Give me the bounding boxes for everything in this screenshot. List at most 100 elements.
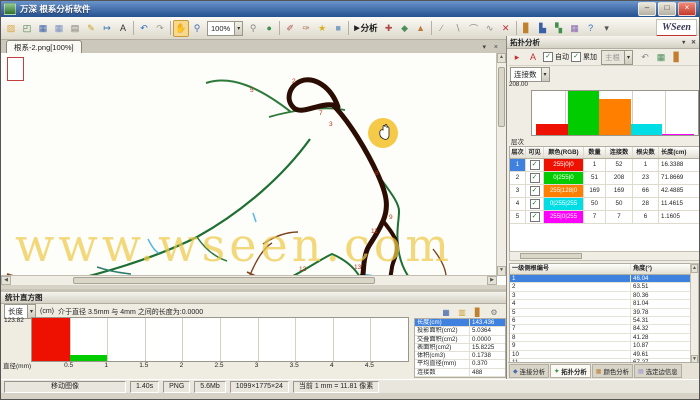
edit-icon[interactable]: ✎ bbox=[83, 20, 99, 37]
root-type-combo[interactable]: 主根▾ bbox=[601, 50, 633, 65]
tab-拓扑分析[interactable]: ✦拓扑分析 bbox=[550, 364, 591, 378]
angle-table-row[interactable]: 654.31 bbox=[510, 317, 694, 325]
chevron-down-icon[interactable]: ▾ bbox=[234, 22, 242, 35]
stats-icon[interactable]: ▙ bbox=[535, 20, 551, 37]
text-icon[interactable]: A bbox=[115, 20, 131, 37]
angle-table-row[interactable]: 146.04 bbox=[510, 275, 694, 283]
undo-icon[interactable]: ↶ bbox=[637, 49, 653, 66]
redo-icon[interactable]: ↷ bbox=[152, 20, 168, 37]
angle-table-vscrollbar[interactable]: ▲ ▼ bbox=[690, 263, 699, 365]
visible-checkbox[interactable]: ✓ bbox=[530, 173, 540, 183]
copy-chart-icon[interactable]: ▥ bbox=[455, 305, 469, 319]
save-as-icon[interactable]: ▦ bbox=[51, 20, 67, 37]
scroll-down-icon[interactable]: ▼ bbox=[497, 266, 506, 276]
chart-export-icon[interactable]: ▊ bbox=[669, 49, 685, 66]
angle-table-row[interactable]: 380.36 bbox=[510, 292, 694, 300]
help-icon[interactable]: ? bbox=[583, 20, 599, 37]
canvas-horizontal-scrollbar[interactable]: ◀ ▶ bbox=[1, 275, 497, 285]
minimize-button[interactable]: – bbox=[638, 2, 656, 16]
angle-table-row[interactable]: 263.51 bbox=[510, 283, 694, 291]
level-table-row[interactable]: 4✓0|255|25550502811.4615 bbox=[510, 198, 700, 211]
stat-row[interactable]: 表面积(cm2)15.8225 bbox=[415, 344, 505, 352]
scroll-up-icon[interactable]: ▲ bbox=[497, 53, 506, 63]
stat-row[interactable]: 连接数488 bbox=[415, 369, 505, 377]
open-image-icon[interactable]: ◰ bbox=[19, 20, 35, 37]
angle-table-row[interactable]: 784.32 bbox=[510, 325, 694, 333]
column-header[interactable]: 一级侧根编号 bbox=[510, 264, 631, 274]
label-edit-icon[interactable]: A bbox=[525, 49, 541, 66]
save-icon[interactable]: ▦ bbox=[35, 20, 51, 37]
angle-table-row[interactable]: 1049.61 bbox=[510, 351, 694, 359]
column-header[interactable]: 数量 bbox=[584, 147, 606, 158]
grid-icon[interactable]: ▦ bbox=[567, 20, 583, 37]
measure-icon[interactable]: ✐ bbox=[282, 20, 298, 37]
vertical-scroll-thumb[interactable] bbox=[498, 67, 505, 127]
canvas-vertical-scrollbar[interactable]: ▲ ▼ bbox=[496, 53, 506, 276]
scroll-right-icon[interactable]: ▶ bbox=[487, 276, 497, 285]
chart-type-icon[interactable]: ▊ bbox=[471, 305, 485, 319]
tab-选定边信息[interactable]: ▤选定边信息 bbox=[634, 364, 682, 378]
export-red-icon[interactable]: ▸ bbox=[509, 49, 525, 66]
chart-settings-icon[interactable]: ⚙ bbox=[487, 305, 501, 319]
analyze-button[interactable]: ▶分析 bbox=[354, 22, 377, 34]
level-table-row[interactable]: 1✓255|0|0152116.3388 bbox=[510, 159, 700, 172]
open-file-icon[interactable]: ▨ bbox=[3, 20, 19, 37]
line-tool-1-icon[interactable]: ∕ bbox=[434, 20, 450, 37]
auto-checkbox[interactable]: ✓ bbox=[543, 52, 553, 62]
export-icon[interactable]: ↦ bbox=[99, 20, 115, 37]
scroll-up-icon[interactable]: ▲ bbox=[691, 264, 698, 273]
print-icon[interactable]: ▤ bbox=[67, 20, 83, 37]
preview-icon[interactable]: ● bbox=[261, 20, 277, 37]
stat-row[interactable]: 平均直径(mm)0.370 bbox=[415, 360, 505, 368]
tab-连接分析[interactable]: ◆连接分析 bbox=[509, 364, 549, 378]
save-chart-icon[interactable]: ▦ bbox=[439, 305, 453, 319]
shape-icon[interactable]: ■ bbox=[330, 20, 346, 37]
column-header[interactable]: 长度(cm) bbox=[659, 147, 700, 158]
close-button[interactable]: × bbox=[678, 2, 696, 16]
angle-table-row[interactable]: 910.87 bbox=[510, 342, 694, 350]
chevron-down-icon[interactable]: ▾ bbox=[541, 68, 549, 81]
angle-table-row[interactable]: 841.28 bbox=[510, 334, 694, 342]
tab-controls[interactable]: ▾ × bbox=[482, 43, 506, 53]
help-dropdown-icon[interactable]: ▾ bbox=[599, 20, 615, 37]
visible-checkbox[interactable]: ✓ bbox=[530, 199, 540, 209]
undo-icon[interactable]: ↶ bbox=[136, 20, 152, 37]
root-trace-icon[interactable]: ✚ bbox=[381, 20, 397, 37]
stat-row[interactable]: 投影面积(cm2)5.0364 bbox=[415, 327, 505, 335]
line-tool-4-icon[interactable]: ∿ bbox=[482, 20, 498, 37]
scroll-left-icon[interactable]: ◀ bbox=[1, 276, 11, 285]
highlight-icon[interactable]: ★ bbox=[314, 20, 330, 37]
maximize-button[interactable]: □ bbox=[658, 2, 676, 16]
column-header[interactable]: 颜色(RGB) bbox=[544, 147, 584, 158]
pan-hand-icon[interactable]: ✋ bbox=[173, 20, 189, 37]
erase-icon[interactable]: ✕ bbox=[498, 20, 514, 37]
root-join-icon[interactable]: ◆ bbox=[397, 20, 413, 37]
column-header[interactable]: 角度(°) bbox=[631, 264, 694, 274]
level-table-hscrollbar[interactable] bbox=[509, 251, 700, 261]
visible-checkbox[interactable]: ✓ bbox=[530, 212, 540, 222]
tab-颜色分析[interactable]: ▦颜色分析 bbox=[592, 364, 633, 378]
report-icon[interactable]: ▚ bbox=[551, 20, 567, 37]
overlay-checkbox[interactable]: ✓ bbox=[571, 52, 581, 62]
image-canvas[interactable]: www.wseen.com 257389111312 ▲ ▼ ◀ ▶ bbox=[1, 53, 506, 285]
stat-row[interactable]: 交叠面积(cm2)0.0000 bbox=[415, 336, 505, 344]
column-header[interactable]: 根尖数 bbox=[633, 147, 659, 158]
horizontal-scroll-thumb[interactable] bbox=[73, 277, 375, 284]
zoom-out-icon[interactable]: ⚲ bbox=[245, 20, 261, 37]
stat-row[interactable]: 体积(cm3)0.1738 bbox=[415, 352, 505, 360]
column-header[interactable]: 连接数 bbox=[606, 147, 633, 158]
horizontal-scroll-thumb[interactable] bbox=[520, 253, 582, 259]
level-table-row[interactable]: 3✓255|128|01691696642.4885 bbox=[510, 185, 700, 198]
zoom-level-combo[interactable]: 100%▾ bbox=[207, 21, 243, 36]
level-table-row[interactable]: 5✓255|0|2557761.1605 bbox=[510, 211, 700, 224]
column-header[interactable]: 可见 bbox=[526, 147, 544, 158]
image-export-icon[interactable]: ▦ bbox=[653, 49, 669, 66]
line-tool-3-icon[interactable]: ⌒ bbox=[466, 20, 482, 37]
angle-table-row[interactable]: 539.78 bbox=[510, 309, 694, 317]
root-split-icon[interactable]: ▲ bbox=[413, 20, 429, 37]
visible-checkbox[interactable]: ✓ bbox=[530, 160, 540, 170]
document-tab[interactable]: 根系-2.png[100%] bbox=[6, 40, 82, 53]
visible-checkbox[interactable]: ✓ bbox=[530, 186, 540, 196]
mark-icon[interactable]: ✑ bbox=[298, 20, 314, 37]
column-header[interactable]: 层次 bbox=[510, 147, 526, 158]
